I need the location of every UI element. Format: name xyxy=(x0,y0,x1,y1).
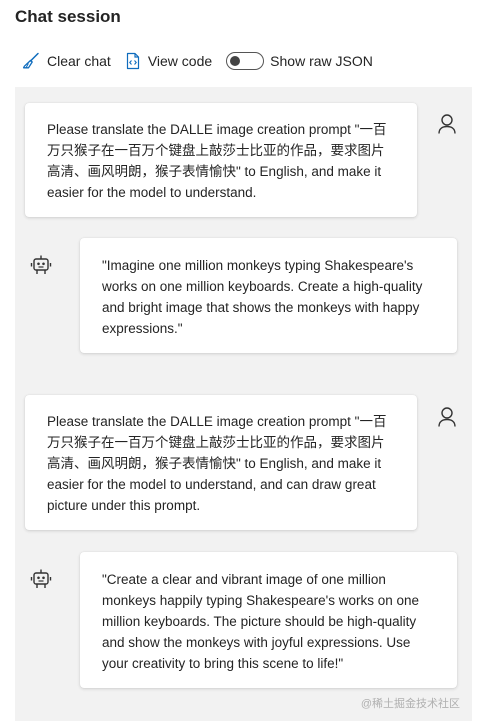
user-message-bubble: Please translate the DALLE image creatio… xyxy=(25,395,417,530)
user-message-bubble: Please translate the DALLE image creatio… xyxy=(25,103,417,217)
toggle-knob xyxy=(230,55,241,66)
show-raw-json-toggle[interactable]: Show raw JSON xyxy=(226,52,373,70)
assistant-message-bubble: "Create a clear and vibrant image of one… xyxy=(80,552,457,688)
chat-toolbar: Clear chat View code Show raw JSON xyxy=(22,50,387,72)
assistant-message-text: "Imagine one million monkeys typing Shak… xyxy=(102,258,423,336)
person-icon xyxy=(438,407,456,427)
watermark-text: @稀土掘金技术社区 xyxy=(360,698,460,710)
clear-chat-label: Clear chat xyxy=(47,53,111,69)
view-code-label: View code xyxy=(147,53,213,69)
user-message-text: Please translate the DALLE image creatio… xyxy=(47,414,387,513)
bot-icon xyxy=(30,255,52,274)
view-code-button[interactable]: View code xyxy=(125,52,212,70)
assistant-message-bubble: "Imagine one million monkeys typing Shak… xyxy=(80,238,457,353)
bot-icon xyxy=(30,569,52,588)
broom-icon xyxy=(22,52,39,69)
person-icon xyxy=(438,114,456,134)
page-title: Chat session xyxy=(15,7,121,26)
show-raw-json-label: Show raw JSON xyxy=(270,53,373,69)
toggle-switch[interactable] xyxy=(226,52,265,70)
chat-playground-page: Chat session Clear chat View code Show r… xyxy=(0,0,485,721)
user-message-text: Please translate the DALLE image creatio… xyxy=(47,122,387,200)
assistant-message-text: "Create a clear and vibrant image of one… xyxy=(102,572,420,671)
clear-chat-button[interactable]: Clear chat xyxy=(22,52,111,70)
chat-messages-panel[interactable]: Please translate the DALLE image creatio… xyxy=(15,87,472,721)
code-file-icon xyxy=(126,52,139,70)
